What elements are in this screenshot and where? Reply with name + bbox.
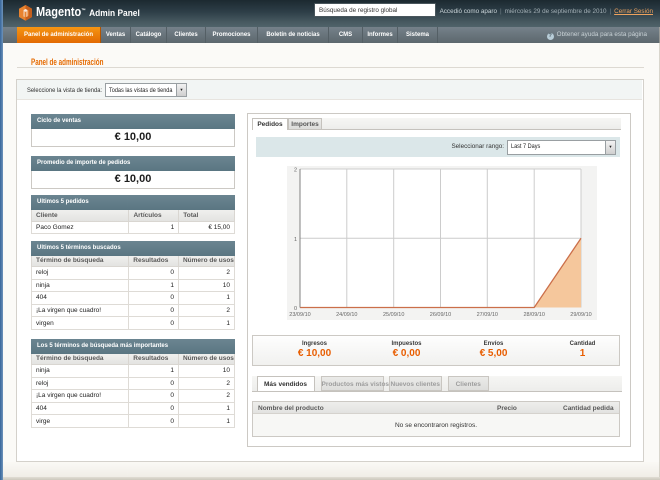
- svg-text:26/09/10: 26/09/10: [430, 312, 451, 318]
- svg-text:27/09/10: 27/09/10: [477, 312, 498, 318]
- svg-text:2: 2: [294, 168, 297, 174]
- svg-text:25/09/10: 25/09/10: [383, 312, 404, 318]
- svg-text:1: 1: [294, 237, 297, 243]
- svg-text:29/09/10: 29/09/10: [570, 312, 591, 318]
- svg-text:24/09/10: 24/09/10: [336, 312, 357, 318]
- svg-text:28/09/10: 28/09/10: [523, 312, 544, 318]
- svg-text:23/09/10: 23/09/10: [289, 312, 310, 318]
